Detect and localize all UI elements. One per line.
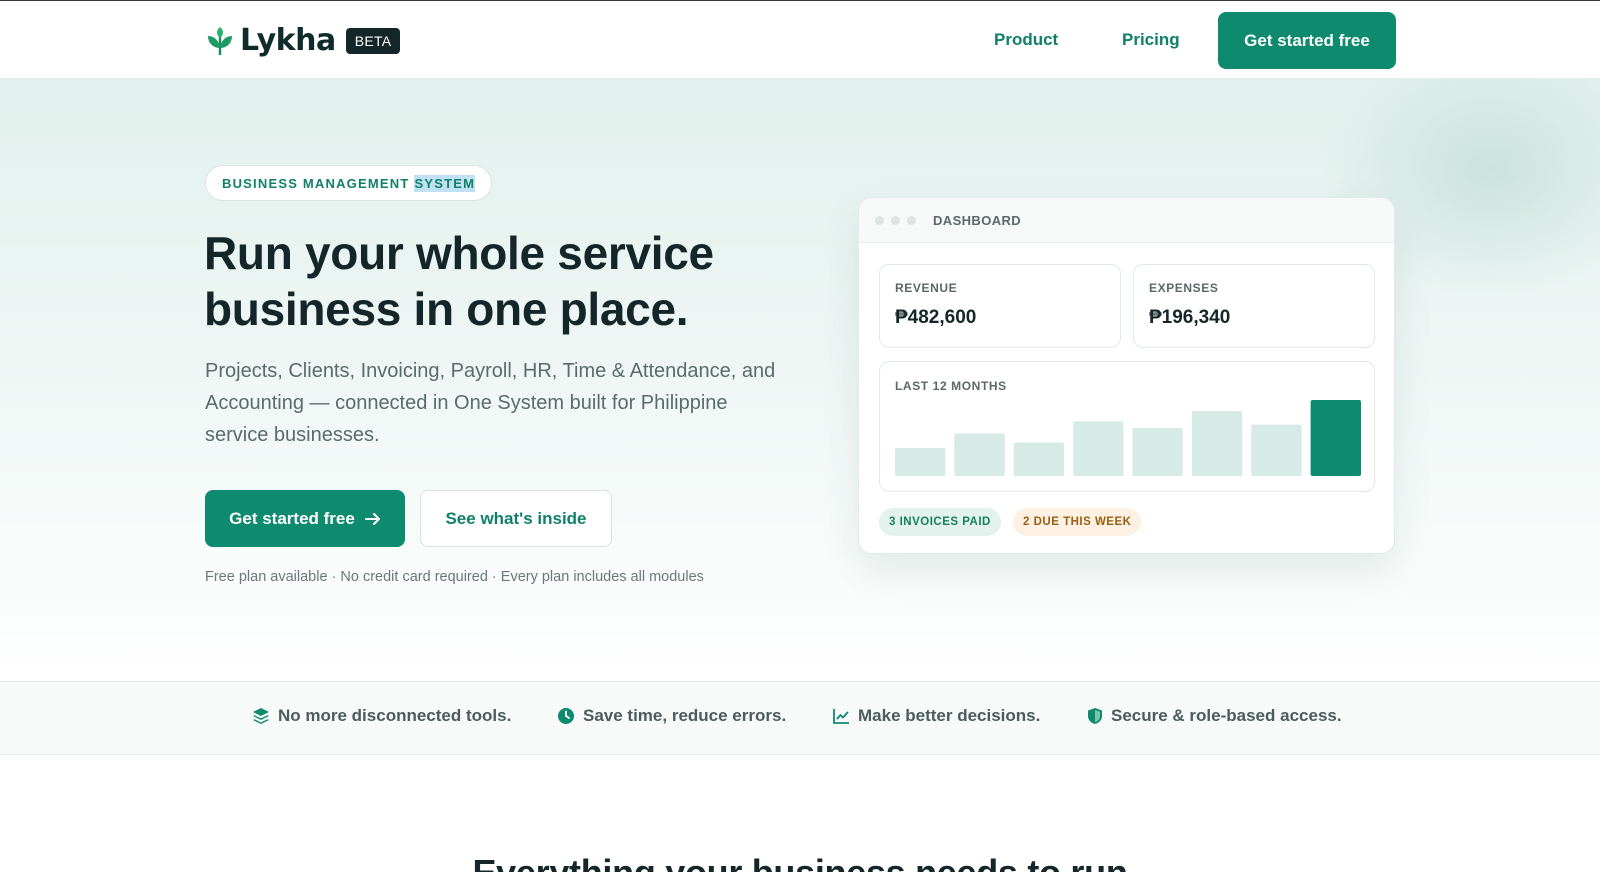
- feature-label: No more disconnected tools.: [278, 706, 512, 725]
- chart-bar: [954, 433, 1005, 476]
- window-dot-icon: [875, 215, 884, 225]
- feature-label: Make better decisions.: [858, 706, 1041, 725]
- dashboard-title: DASHBOARD: [933, 212, 1022, 228]
- arrow-right-icon: [364, 512, 380, 525]
- dashboard-preview-card: DASHBOARD REVENUE ₱482,600 EXPENSES ₱196…: [858, 197, 1395, 554]
- line-chart-icon: [833, 709, 849, 724]
- category-pill: BUSINESS MANAGEMENT SYSTEM: [205, 165, 493, 201]
- section-title: Everything your business needs to run: [0, 852, 1600, 872]
- bar-chart: [895, 400, 1361, 476]
- see-whats-inside-button[interactable]: See what's inside: [420, 490, 612, 547]
- feature-label: Save time, reduce errors.: [583, 706, 787, 725]
- revenue-value: ₱482,600: [895, 307, 977, 328]
- brand-logo[interactable]: Lykha BETA: [206, 23, 401, 58]
- hero-get-started-label: Get started free: [229, 508, 355, 528]
- chart-bar: [1251, 424, 1302, 476]
- window-dot-icon: [907, 215, 916, 225]
- invoices-paid-badge: 3 INVOICES PAID: [879, 508, 1001, 536]
- leaf-icon: [208, 26, 232, 55]
- top-navbar: Lykha BETA Product Pricing Get started f…: [0, 1, 1600, 79]
- chart-bar: [1013, 442, 1065, 476]
- nav-link-product[interactable]: Product: [994, 30, 1058, 50]
- hero-subtext: Projects, Clients, Invoicing, Payroll, H…: [205, 360, 776, 446]
- expenses-value: ₱196,340: [1149, 307, 1231, 328]
- chart-bar: [895, 448, 946, 476]
- hero-headline: Run your whole service business in one p…: [204, 227, 714, 335]
- chart-bar: [1191, 411, 1243, 476]
- features-strip: No more disconnected tools. Save time, r…: [0, 681, 1600, 755]
- shield-icon: [1088, 708, 1102, 724]
- chart-bar: [1073, 421, 1124, 476]
- clock-icon: [558, 708, 574, 724]
- hero-get-started-button[interactable]: Get started free: [205, 490, 405, 547]
- feature-item: No more disconnected tools.: [252, 706, 511, 726]
- revenue-label: REVENUE: [895, 281, 958, 295]
- pill-selected-text: SYSTEM: [414, 174, 476, 192]
- feature-item: Make better decisions.: [832, 706, 1040, 726]
- feature-item: Secure & role-based access.: [1087, 706, 1342, 726]
- page: Lykha BETA Product Pricing Get started f…: [0, 0, 1600, 872]
- feature-item: Save time, reduce errors.: [557, 706, 786, 726]
- header-get-started-button[interactable]: Get started free: [1218, 12, 1396, 69]
- nav-link-pricing[interactable]: Pricing: [1122, 30, 1180, 50]
- dashboard-titlebar: DASHBOARD: [859, 198, 1394, 243]
- revenue-stat-card: REVENUE ₱482,600: [879, 264, 1121, 348]
- expenses-label: EXPENSES: [1149, 281, 1219, 295]
- layers-icon: [253, 708, 269, 724]
- monthly-chart-card: LAST 12 MONTHS: [879, 361, 1375, 492]
- hero-fineprint: Free plan available · No credit card req…: [205, 569, 704, 585]
- chart-bar: [1132, 427, 1183, 476]
- pill-text: BUSINESS MANAGEMENT: [222, 175, 410, 191]
- brand-name: Lykha: [240, 23, 336, 58]
- beta-badge: BETA: [345, 27, 401, 54]
- due-this-week-badge: 2 DUE THIS WEEK: [1013, 508, 1142, 536]
- expenses-stat-card: EXPENSES ₱196,340: [1133, 264, 1375, 348]
- hero-section: BUSINESS MANAGEMENT SYSTEM Run your whol…: [0, 79, 1600, 682]
- feature-label: Secure & role-based access.: [1111, 706, 1342, 725]
- window-dot-icon: [891, 215, 900, 225]
- chart-bar: [1310, 400, 1361, 476]
